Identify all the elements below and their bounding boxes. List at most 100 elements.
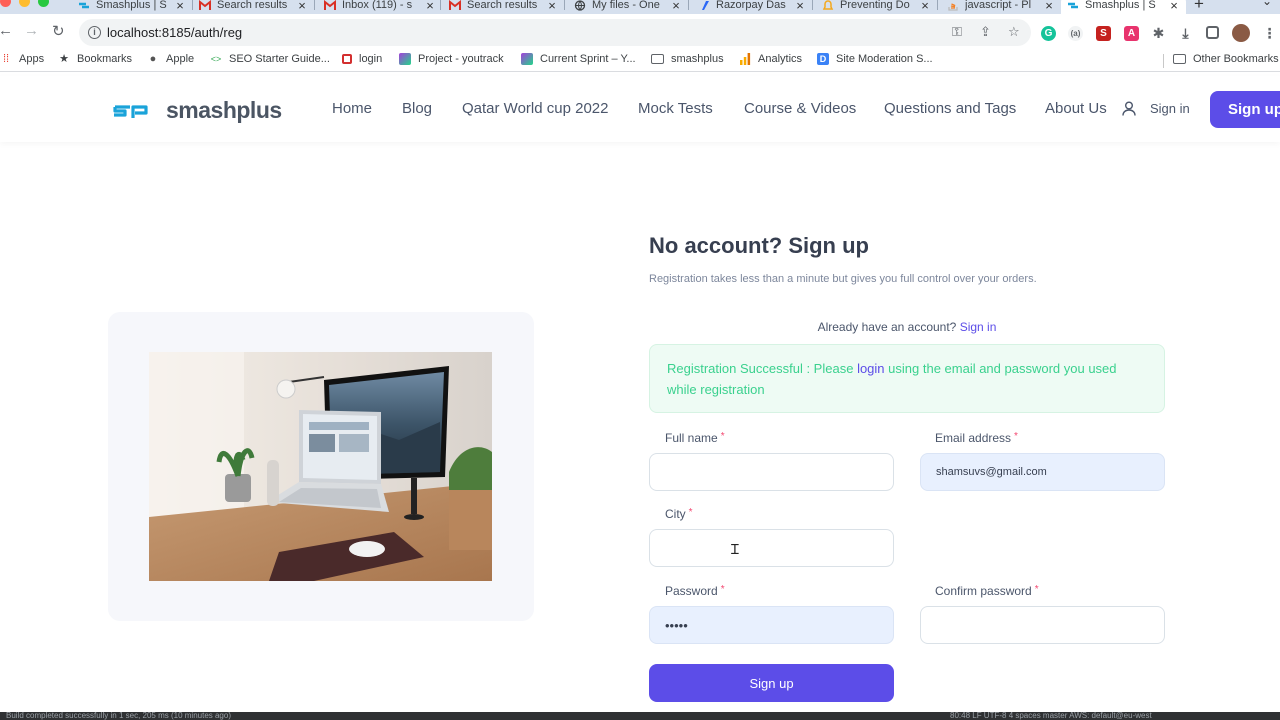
email-input[interactable] — [920, 453, 1165, 491]
bookmark-site-moderation[interactable]: D Site Moderation S... — [817, 53, 933, 65]
browser-tab-active[interactable]: Smashplus | S × — [1061, 0, 1186, 14]
required-asterisk: * — [688, 507, 693, 518]
close-tab-icon[interactable]: × — [424, 0, 436, 13]
email-label: Email address * — [935, 431, 1018, 445]
required-asterisk: * — [720, 584, 725, 595]
smashplus-logo[interactable]: smashplus — [113, 97, 282, 124]
download-icon[interactable]: ⤓ — [1178, 26, 1193, 41]
extension-icon[interactable]: (a) — [1068, 26, 1083, 41]
address-bar-url[interactable]: localhost:8185/auth/reg — [107, 25, 242, 40]
nav-course-videos[interactable]: Course & Videos — [744, 100, 856, 117]
s-extension-icon[interactable]: S — [1096, 26, 1111, 41]
confirm-password-input[interactable] — [920, 606, 1165, 644]
required-asterisk: * — [1014, 431, 1018, 442]
close-tab-icon[interactable]: × — [296, 0, 308, 13]
bookmark-analytics[interactable]: Analytics — [739, 53, 802, 65]
close-tab-icon[interactable]: × — [1168, 0, 1180, 13]
browser-tab[interactable]: javascript - Pl × — [941, 0, 1061, 14]
nav-qatar-world-cup[interactable]: Qatar World cup 2022 — [462, 100, 608, 117]
forward-arrow-icon[interactable]: → — [24, 22, 39, 39]
site-header: smashplus Home Blog Qatar World cup 2022… — [0, 76, 1280, 142]
workspace-photo — [149, 352, 492, 581]
password-input[interactable] — [649, 606, 894, 644]
browser-tab[interactable]: Search results × — [193, 0, 314, 14]
text-cursor-icon: Ɪ — [731, 541, 739, 557]
folder-icon — [651, 54, 664, 64]
nav-mock-tests[interactable]: Mock Tests — [638, 100, 713, 117]
side-panel-icon[interactable] — [1206, 26, 1219, 39]
close-tab-icon[interactable]: × — [546, 0, 558, 13]
browser-tab[interactable]: Razorpay Das × — [692, 0, 812, 14]
reload-icon[interactable]: ↻ — [52, 22, 65, 40]
analytics-icon — [739, 53, 751, 65]
browser-tab[interactable]: Preventing Do × — [816, 0, 937, 14]
status-left-text: Build completed successfully in 1 sec, 2… — [6, 712, 231, 720]
code-icon: <> — [210, 54, 222, 64]
star-icon: ★ — [59, 53, 69, 65]
city-input[interactable] — [649, 529, 894, 567]
a-extension-icon[interactable]: A — [1124, 26, 1139, 41]
close-tab-icon[interactable]: × — [794, 0, 806, 13]
youtrack-icon — [521, 53, 533, 65]
nav-questions-tags[interactable]: Questions and Tags — [884, 100, 1016, 117]
more-menu-icon[interactable]: ⋮ — [1262, 26, 1277, 41]
close-tab-icon[interactable]: × — [670, 0, 682, 13]
close-tab-icon[interactable]: × — [174, 0, 186, 13]
nav-blog[interactable]: Blog — [402, 100, 432, 117]
gmail-icon — [324, 0, 336, 11]
razorpay-icon — [698, 0, 710, 11]
bookmark-login[interactable]: login — [342, 53, 382, 65]
profile-avatar[interactable] — [1232, 24, 1250, 42]
browser-tab[interactable]: Inbox (119) - s × — [318, 0, 442, 14]
bookmark-apps[interactable]: ⁞⁞ Apps — [0, 53, 44, 65]
bookmark-star-icon[interactable]: ☆ — [1008, 24, 1020, 40]
browser-tab-strip: Smashplus | S × Search results × Inbox (… — [0, 0, 1280, 14]
close-window-button[interactable] — [0, 0, 11, 7]
bookmark-current-sprint[interactable]: Current Sprint – Y... — [521, 53, 636, 65]
required-asterisk: * — [720, 431, 725, 442]
nav-home[interactable]: Home — [332, 100, 372, 117]
header-sign-in[interactable]: Sign in — [1122, 101, 1190, 116]
smashplus-logo-icon — [113, 104, 148, 118]
bookmark-bookmarks[interactable]: ★ Bookmarks — [58, 53, 132, 65]
logo-text: smashplus — [166, 97, 282, 123]
bell-icon — [822, 0, 834, 11]
password-label: Password * — [665, 584, 725, 598]
header-sign-in-label: Sign in — [1150, 101, 1190, 116]
bookmark-seo-starter[interactable]: <> SEO Starter Guide... — [210, 53, 330, 65]
alert-login-link[interactable]: login — [857, 361, 884, 376]
browser-tab[interactable]: Smashplus | S × — [72, 0, 192, 14]
address-bar[interactable]: i localhost:8185/auth/reg ⚿ ⇪ ☆ — [79, 19, 1031, 46]
maximize-window-button[interactable] — [38, 0, 49, 7]
close-tab-icon[interactable]: × — [1043, 0, 1055, 13]
nav-about-us[interactable]: About Us — [1045, 100, 1107, 117]
page-subtitle: Registration takes less than a minute bu… — [649, 273, 1037, 285]
browser-tab[interactable]: Search results × — [443, 0, 564, 14]
bookmark-youtrack-project[interactable]: Project - youtrack — [399, 53, 504, 65]
registration-success-alert: Registration Successful : Please login u… — [649, 344, 1165, 413]
sign-in-link[interactable]: Sign in — [960, 320, 997, 334]
puzzle-extensions-icon[interactable]: ✱ — [1151, 26, 1166, 41]
key-icon[interactable]: ⚿ — [952, 24, 962, 40]
site-info-icon[interactable]: i — [88, 26, 101, 39]
required-asterisk: * — [1034, 584, 1039, 595]
d-icon: D — [817, 53, 829, 65]
minimize-window-button[interactable] — [19, 0, 30, 7]
gmail-icon — [199, 0, 211, 11]
bookmark-apple[interactable]: ● Apple — [147, 53, 194, 65]
grammarly-extension-icon[interactable]: G — [1041, 26, 1056, 41]
share-icon[interactable]: ⇪ — [980, 24, 991, 40]
browser-tab[interactable]: My files - One × — [568, 0, 688, 14]
new-tab-button[interactable]: + — [1194, 0, 1204, 14]
close-tab-icon[interactable]: × — [919, 0, 931, 13]
sign-up-submit-button[interactable]: Sign up — [649, 664, 894, 702]
already-account-line: Already have an account? Sign in — [817, 320, 997, 334]
bookmark-other-bookmarks[interactable]: Other Bookmarks — [1173, 53, 1279, 65]
login-icon — [342, 54, 352, 64]
user-icon — [1122, 101, 1136, 116]
header-sign-up-button[interactable]: Sign up — [1210, 91, 1280, 128]
tab-search-chevron-icon[interactable]: ⌄ — [1262, 0, 1272, 8]
full-name-input[interactable] — [649, 453, 894, 491]
bookmark-smashplus-folder[interactable]: smashplus — [651, 53, 724, 65]
back-arrow-icon[interactable]: ← — [0, 22, 13, 39]
